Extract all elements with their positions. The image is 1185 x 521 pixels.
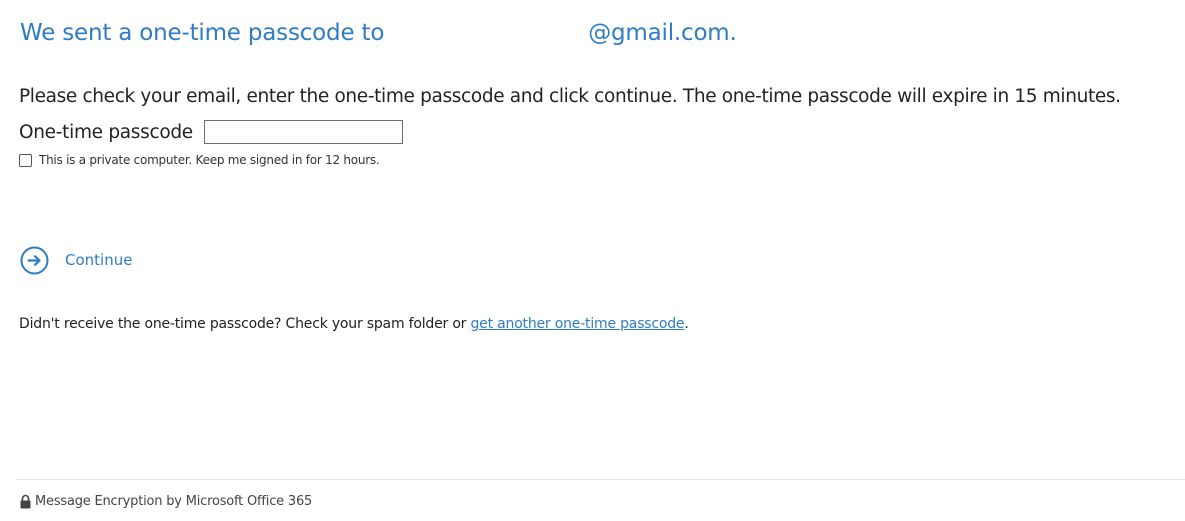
footer: Message Encryption by Microsoft Office 3… [19,490,312,512]
otp-input[interactable] [203,120,403,144]
resend-suffix: . [684,316,689,332]
get-another-passcode-link[interactable]: get another one-time passcode [471,316,685,332]
otp-page: We sent a one-time passcode to @gmail.com… [0,0,1185,521]
keep-signed-in-checkbox[interactable] [19,153,32,167]
footer-divider [17,479,1185,480]
title-prefix: We sent a one-time passcode to [20,20,385,46]
otp-field-row: One-time passcode [19,119,403,145]
keep-signed-in-row: This is a private computer. Keep me sign… [19,151,380,169]
lock-icon [20,494,31,508]
otp-label: One-time passcode [19,121,193,143]
continue-button[interactable]: Continue [20,245,132,275]
resend-text: Didn't receive the one-time passcode? Ch… [19,316,689,332]
page-title: We sent a one-time passcode to @gmail.com… [20,20,737,46]
footer-text: Message Encryption by Microsoft Office 3… [35,493,313,509]
continue-label[interactable]: Continue [65,251,132,269]
title-email-domain: @gmail.com. [588,20,737,46]
keep-signed-in-label: This is a private computer. Keep me sign… [39,153,380,167]
resend-prefix: Didn't receive the one-time passcode? Ch… [19,316,471,332]
arrow-right-circle-icon[interactable] [20,246,49,275]
instructions-text: Please check your email, enter the one-t… [19,86,1121,107]
